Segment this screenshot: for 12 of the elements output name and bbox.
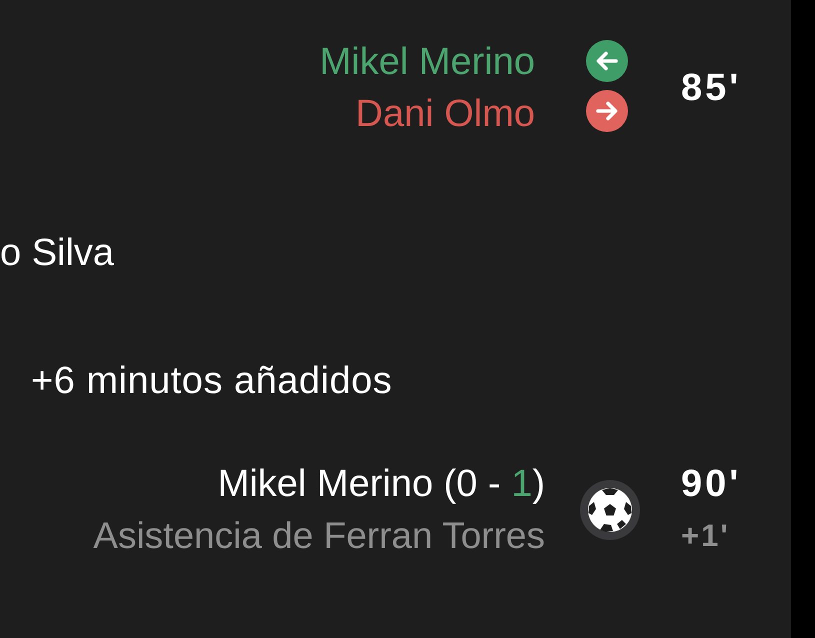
minute-label: 90'	[681, 462, 742, 507]
player-in-name: Mikel Merino	[320, 40, 535, 85]
player-out-name: Dani Olmo	[356, 92, 535, 137]
soccer-ball-icon	[580, 480, 640, 540]
arrow-right-icon	[586, 90, 628, 132]
arrow-left-icon	[586, 40, 628, 82]
assist-text: Asistencia de Ferran Torres	[93, 514, 545, 558]
player-name: o Silva	[0, 231, 114, 276]
goal-scorer-text: Mikel Merino (0 - 1)	[218, 462, 545, 507]
minute-label: 85'	[681, 66, 742, 111]
added-time-text: +6 minutos añadidos	[31, 359, 392, 404]
added-minute-label: +1'	[681, 517, 730, 555]
